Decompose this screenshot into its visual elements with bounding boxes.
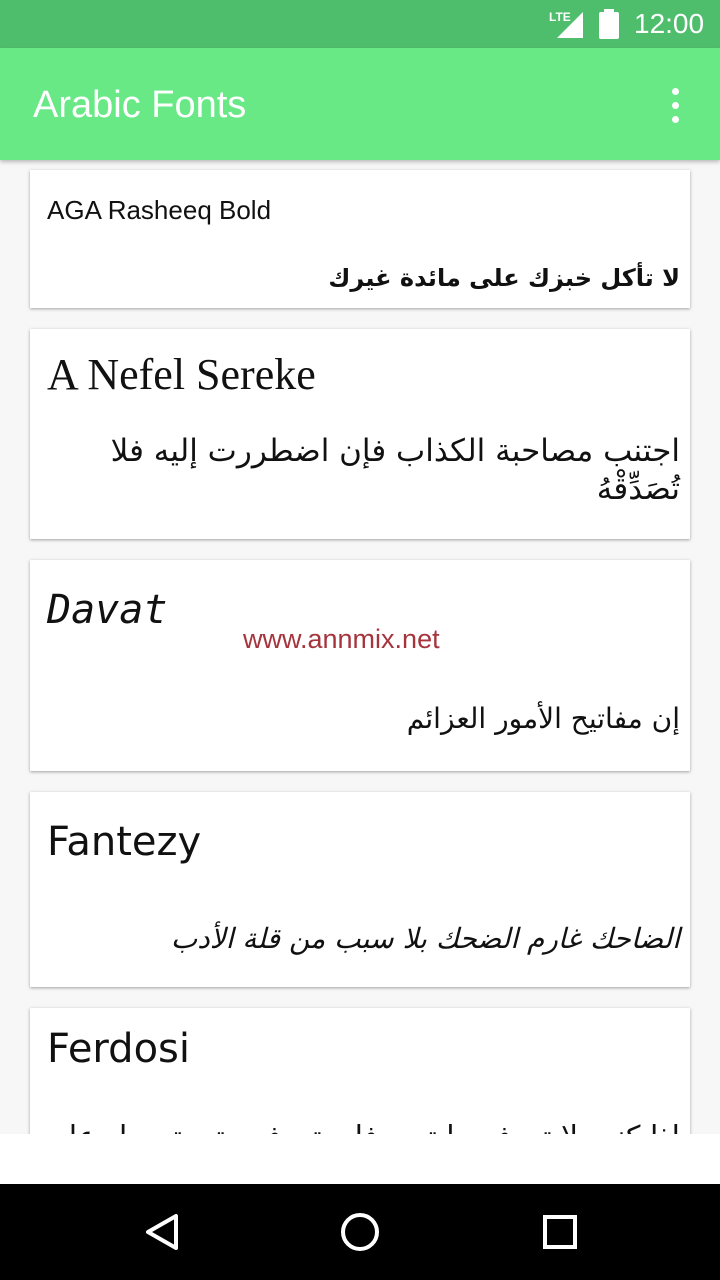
home-icon[interactable] (332, 1204, 388, 1260)
font-sample: إذا كنت لا تعرف ما تريد فلن تعرف متى تحص… (40, 1120, 680, 1134)
recents-icon[interactable] (532, 1204, 588, 1260)
battery-icon (599, 9, 619, 39)
font-card-fantezy[interactable]: Fantezy الضاحك غارم الضحك بلا سبب من قلة… (30, 792, 690, 987)
font-card-aga-rasheeq-bold[interactable]: AGA Rasheeq Bold لا تأكل خبزك على مائدة … (30, 170, 690, 308)
font-name: AGA Rasheeq Bold (47, 195, 272, 225)
status-bar: LTE 12:00 (0, 0, 720, 48)
clock: 12:00 (634, 8, 705, 39)
font-name: A Nefel Sereke (47, 350, 316, 399)
signal-icon (557, 12, 583, 38)
app-title: Arabic Fonts (33, 84, 247, 126)
font-sample: الضاحك غارم الضحك بلا سبب من قلة الأدب (170, 922, 680, 955)
font-card-ferdosi[interactable]: Ferdosi إذا كنت لا تعرف ما تريد فلن تعرف… (30, 1008, 690, 1134)
font-sample: اجتنب مصاحبة الكذاب فإن اضطررت إليه فلا … (110, 433, 680, 507)
font-sample: إن مفاتيح الأمور العزائم (406, 702, 680, 735)
watermark-link: www.annmix.net (243, 624, 440, 654)
font-name: Ferdosi (47, 1026, 190, 1072)
font-card-a-nefel-sereke[interactable]: A Nefel Sereke اجتنب مصاحبة الكذاب فإن ا… (30, 329, 690, 539)
more-vert-icon[interactable] (662, 86, 690, 126)
font-sample: لا تأكل خبزك على مائدة غيرك (328, 264, 680, 292)
font-name: Fantezy (47, 819, 202, 865)
back-icon[interactable] (132, 1204, 188, 1260)
font-card-davat[interactable]: Davat إن مفاتيح الأمور العزائم (30, 560, 690, 771)
app-bar: Arabic Fonts (0, 48, 720, 160)
font-name: Davat (47, 587, 168, 633)
navigation-bar (0, 1184, 720, 1280)
